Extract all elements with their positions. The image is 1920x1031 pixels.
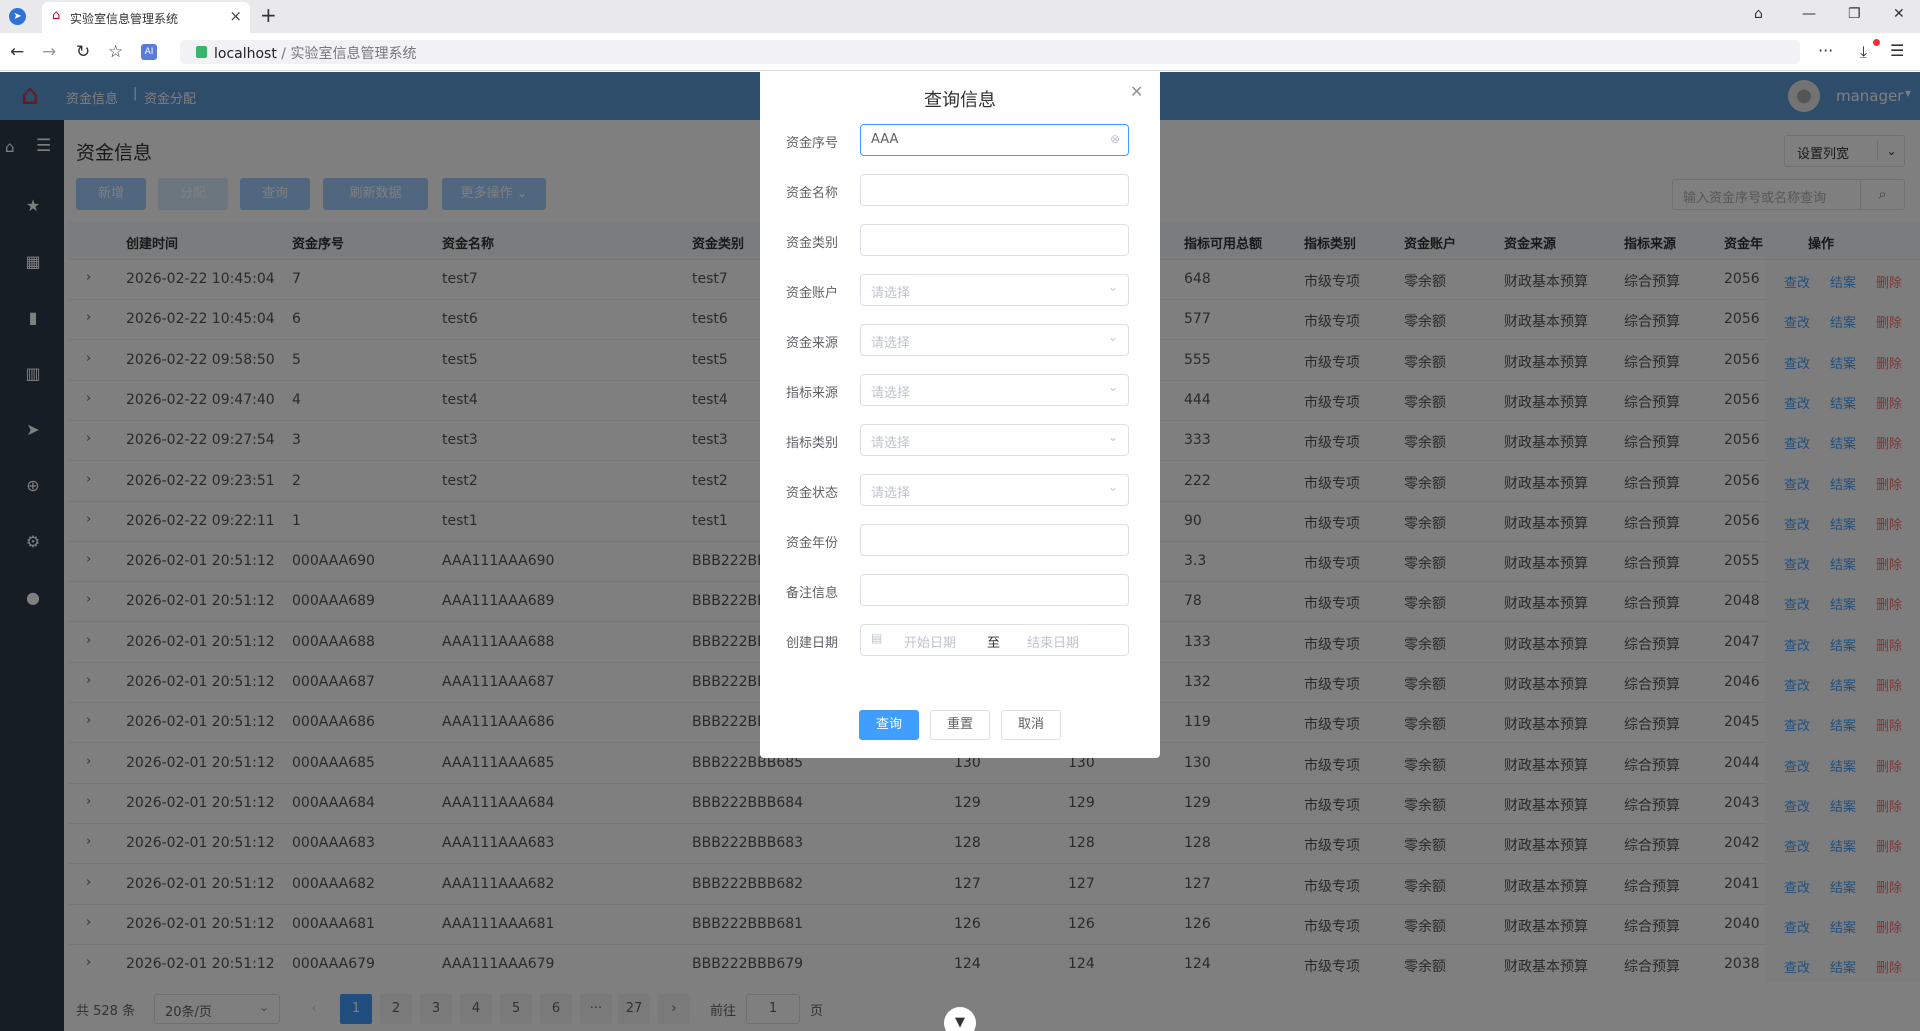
label-indicator-type: 指标类别 xyxy=(786,436,839,451)
indicator-source-placeholder: 请选择 xyxy=(871,386,911,401)
fund-source-select[interactable]: 请选择 ⌄ xyxy=(860,324,1129,356)
dialog-query-button[interactable]: 查询 xyxy=(859,710,919,740)
chevron-down-icon: ⌄ xyxy=(1107,330,1118,344)
label-fund-source: 资金来源 xyxy=(786,336,839,351)
fund-name-input[interactable] xyxy=(860,174,1129,206)
label-fund-account: 资金账户 xyxy=(786,286,839,301)
url-field[interactable]: localhost / 实验室信息管理系统 xyxy=(180,40,1800,64)
label-fund-no: 资金序号 xyxy=(786,136,839,151)
fund-account-select[interactable]: 请选择 ⌄ xyxy=(860,274,1129,306)
label-created-date: 创建日期 xyxy=(786,636,839,651)
fund-status-placeholder: 请选择 xyxy=(871,486,911,501)
form-row-remarks: 备注信息 xyxy=(760,574,1160,606)
browser-tab-bar: ➤ ⌂ 实验室信息管理系统 × + ⌂ — ❐ ✕ xyxy=(0,0,1920,33)
tab-title: 实验室信息管理系统 xyxy=(70,12,179,26)
fund-no-input[interactable]: AAA ⊗ xyxy=(860,124,1129,156)
label-remarks: 备注信息 xyxy=(786,586,839,601)
fund-source-placeholder: 请选择 xyxy=(871,336,911,351)
notification-dot xyxy=(1873,39,1880,46)
forward-icon[interactable]: → xyxy=(42,42,56,62)
tab-close-icon[interactable]: × xyxy=(229,7,242,25)
indicator-type-placeholder: 请选择 xyxy=(871,436,911,451)
close-icon[interactable]: ✕ xyxy=(1130,82,1143,101)
label-fund-status: 资金状态 xyxy=(786,486,839,501)
form-row-fund-no: 资金序号 AAA ⊗ xyxy=(760,124,1160,156)
fund-no-value: AAA xyxy=(871,132,899,147)
form-row-fund-category: 资金类别 xyxy=(760,224,1160,256)
indicator-source-select[interactable]: 请选择 ⌄ xyxy=(860,374,1129,406)
fund-category-input[interactable] xyxy=(860,224,1129,256)
more-dots-icon[interactable]: ··· xyxy=(1818,41,1833,60)
clear-input-icon[interactable]: ⊗ xyxy=(1110,132,1120,146)
remarks-input[interactable] xyxy=(860,574,1129,606)
house-favicon-icon: ⌂ xyxy=(52,8,61,23)
fund-status-select[interactable]: 请选择 ⌄ xyxy=(860,474,1129,506)
browser-logo-icon[interactable]: ➤ xyxy=(9,8,26,25)
restore-icon[interactable]: ❐ xyxy=(1848,6,1861,22)
form-row-fund-status: 资金状态 请选择 ⌄ xyxy=(760,474,1160,506)
label-indicator-source: 指标来源 xyxy=(786,386,839,401)
dialog-reset-button[interactable]: 重置 xyxy=(930,710,990,740)
form-row-created-date: 创建日期 ▤ 开始日期 至 结束日期 xyxy=(760,624,1160,656)
download-icon[interactable]: ⤓ xyxy=(1860,42,1867,62)
address-bar: ← → ↻ ☆ AI localhost / 实验室信息管理系统 ··· ⤓ ☰ xyxy=(0,33,1920,71)
minimize-icon[interactable]: — xyxy=(1802,6,1816,22)
end-date-input[interactable]: 结束日期 xyxy=(1027,632,1079,651)
reload-icon[interactable]: ↻ xyxy=(76,42,90,62)
label-fund-category: 资金类别 xyxy=(786,236,839,251)
start-date-input[interactable]: 开始日期 xyxy=(904,632,956,651)
label-fund-name: 资金名称 xyxy=(786,186,839,201)
form-row-fund-account: 资金账户 请选择 ⌄ xyxy=(760,274,1160,306)
dialog-cancel-button[interactable]: 取消 xyxy=(1001,710,1061,740)
form-row-fund-year: 资金年份 xyxy=(760,524,1160,556)
query-dialog: 查询信息 ✕ 资金序号 AAA ⊗ 资金名称 资金类别 资金账户 请选择 ⌄ 资金来源 请选择 ⌄ 指… xyxy=(760,72,1160,758)
chevron-down-icon: ⌄ xyxy=(1107,380,1118,394)
chevron-down-icon: ⌄ xyxy=(1107,430,1118,444)
chevron-down-icon: ⌄ xyxy=(1107,480,1118,494)
label-fund-year: 资金年份 xyxy=(786,536,839,551)
created-date-input[interactable]: ▤ 开始日期 至 结束日期 xyxy=(860,624,1129,656)
fund-year-input[interactable] xyxy=(860,524,1129,556)
new-tab-icon[interactable]: + xyxy=(260,3,277,27)
browser-tab[interactable]: ⌂ 实验室信息管理系统 × xyxy=(42,2,250,33)
calendar-icon: ▤ xyxy=(871,631,883,645)
dialog-title: 查询信息 xyxy=(924,90,996,111)
back-icon[interactable]: ← xyxy=(10,42,24,62)
date-range-separator: 至 xyxy=(987,636,1001,651)
form-row-fund-source: 资金来源 请选择 ⌄ xyxy=(760,324,1160,356)
scroll-down-icon[interactable]: ▼ xyxy=(944,1007,976,1031)
secure-shield-icon xyxy=(196,46,207,58)
browser-menu-icon[interactable]: ☰ xyxy=(1890,41,1904,60)
ai-extension-icon[interactable]: AI xyxy=(141,44,157,60)
chevron-down-icon: ⌄ xyxy=(1107,280,1118,294)
fund-account-placeholder: 请选择 xyxy=(871,286,911,301)
pin-window-icon[interactable]: ⌂ xyxy=(1754,6,1763,22)
favorite-star-icon[interactable]: ☆ xyxy=(108,42,123,62)
close-window-icon[interactable]: ✕ xyxy=(1893,6,1905,22)
form-row-fund-name: 资金名称 xyxy=(760,174,1160,206)
indicator-type-select[interactable]: 请选择 ⌄ xyxy=(860,424,1129,456)
url-text: localhost / 实验室信息管理系统 xyxy=(214,46,417,62)
form-row-indicator-type: 指标类别 请选择 ⌄ xyxy=(760,424,1160,456)
form-row-indicator-source: 指标来源 请选择 ⌄ xyxy=(760,374,1160,406)
